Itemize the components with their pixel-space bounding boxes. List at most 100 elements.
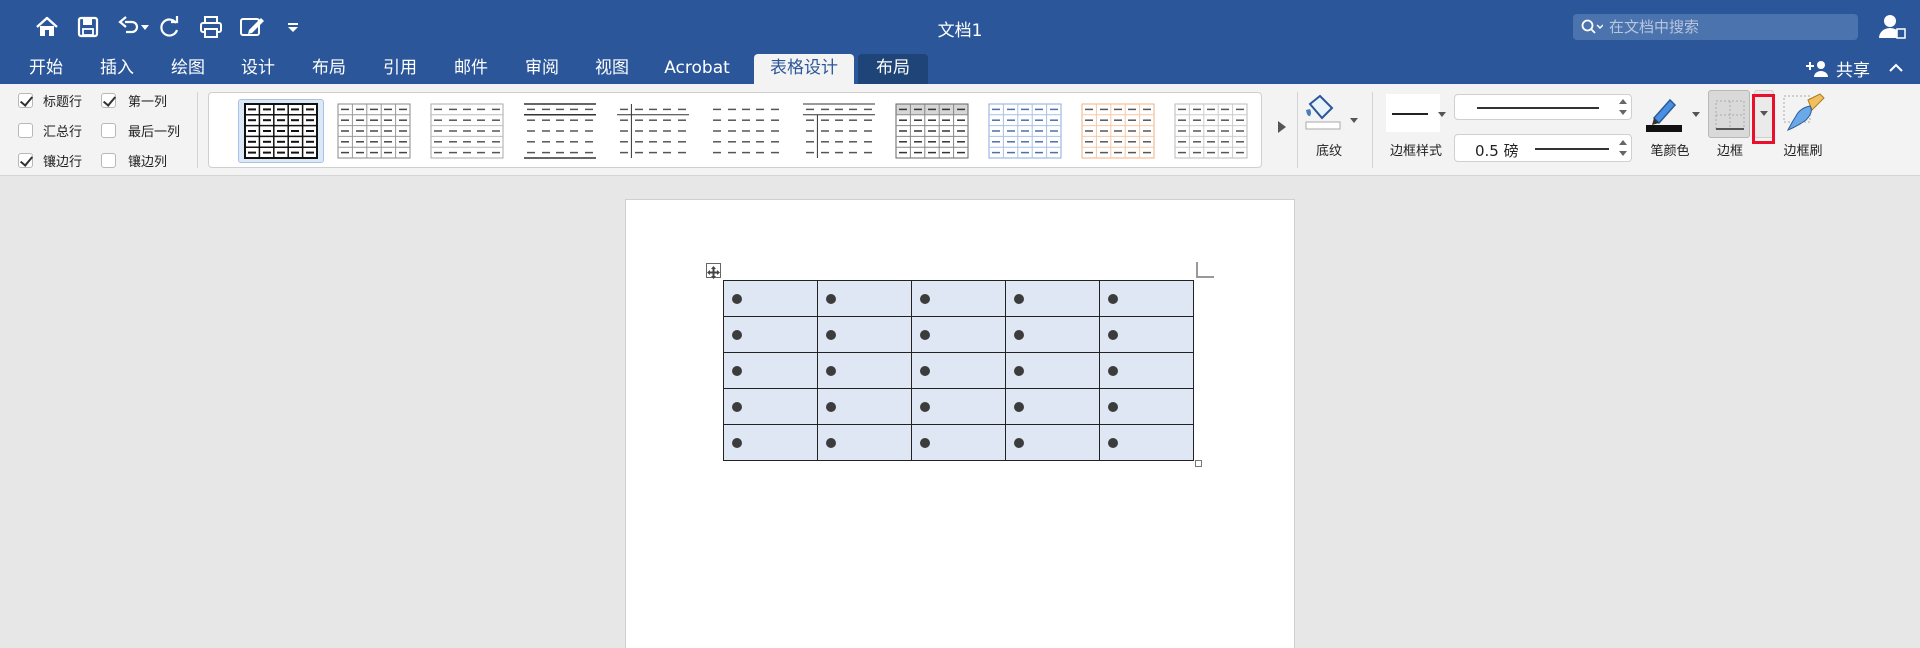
border-styles-caret-icon[interactable] [1438,112,1446,117]
share-button[interactable]: 共享 [1806,56,1870,81]
customize-qat-button[interactable] [276,12,310,42]
table-cell[interactable] [1099,424,1194,461]
search-box[interactable] [1573,14,1858,40]
option-total-row[interactable]: 汇总行 [18,121,82,140]
table-cell[interactable] [817,352,912,389]
table-cell[interactable] [911,424,1006,461]
move-arrows-icon [707,266,720,279]
print-button[interactable] [194,12,228,42]
line-style-select[interactable] [1454,94,1632,120]
table-cell[interactable] [817,280,912,317]
pen-color-caret-icon[interactable] [1692,112,1700,117]
document-table[interactable] [723,280,1194,461]
collapse-ribbon-button[interactable] [1888,60,1904,76]
end-of-cell-mark [1108,366,1118,376]
table-style-1[interactable] [331,99,417,163]
last-column-checkbox[interactable] [101,123,116,138]
table-cell[interactable] [1005,316,1100,353]
first-column-checkbox[interactable] [101,93,116,108]
home-icon [36,16,58,36]
total-row-checkbox[interactable] [18,123,33,138]
tab-layout[interactable]: 布局 [297,54,361,84]
end-of-cell-mark [826,294,836,304]
save-button[interactable] [71,12,105,42]
table-cell[interactable] [911,316,1006,353]
table-cell[interactable] [1099,316,1194,353]
tab-acrobat[interactable]: Acrobat [656,54,738,84]
tab-table-design[interactable]: 表格设计 [754,54,854,84]
table-style-9[interactable] [1075,99,1161,163]
account-button[interactable] [1878,12,1906,40]
table-cell[interactable] [723,388,818,425]
option-first-column[interactable]: 第一列 [101,91,167,110]
undo-button[interactable] [112,12,149,42]
undo-dropdown-caret-icon[interactable] [141,25,149,30]
table-cell[interactable] [1005,388,1100,425]
pen-color-button[interactable] [1644,94,1700,134]
tab-view[interactable]: 视图 [580,54,644,84]
option-banded-columns[interactable]: 镶边列 [101,151,167,170]
search-input[interactable] [1609,18,1849,36]
table-style-4[interactable] [610,99,696,163]
table-cell[interactable] [1099,352,1194,389]
tab-draw[interactable]: 绘图 [156,54,220,84]
table-style-6[interactable] [796,99,882,163]
search-icon [1581,19,1603,34]
table-style-7[interactable] [889,99,975,163]
table-style-3[interactable] [517,99,603,163]
line-weight-select[interactable]: 0.5 磅 [1454,134,1632,162]
tab-insert[interactable]: 插入 [85,54,149,84]
tab-review[interactable]: 审阅 [510,54,574,84]
grid-table-orange-preview [1081,103,1155,159]
table-cell[interactable] [911,352,1006,389]
option-header-row[interactable]: 标题行 [18,91,82,110]
banded-rows-checkbox[interactable] [18,153,33,168]
table-resize-handle[interactable] [1195,460,1202,467]
tab-references[interactable]: 引用 [368,54,432,84]
table-cell[interactable] [1005,424,1100,461]
table-cell[interactable] [911,388,1006,425]
line-weight-spinner-icon[interactable] [1619,139,1627,157]
table-cell[interactable] [817,424,912,461]
tab-mailings[interactable]: 邮件 [439,54,503,84]
table-cell[interactable] [1099,280,1194,317]
option-last-column[interactable]: 最后一列 [101,121,180,140]
print-icon [200,16,222,38]
border-painter-button[interactable] [1780,92,1828,136]
home-button[interactable] [30,12,64,42]
line-style-spinner-icon[interactable] [1619,98,1627,116]
table-move-handle[interactable] [706,263,721,279]
table-cell[interactable] [723,280,818,317]
table-style-8[interactable] [982,99,1068,163]
header-row-checkbox[interactable] [18,93,33,108]
grid-table-light-preview [337,103,411,159]
plain-table-preview [713,108,779,154]
edit-doc-button[interactable] [235,12,269,42]
table-cell[interactable] [1005,352,1100,389]
tab-design[interactable]: 设计 [226,54,290,84]
table-cell[interactable] [817,388,912,425]
table-cell[interactable] [723,424,818,461]
redo-button[interactable] [153,12,187,42]
option-banded-rows[interactable]: 镶边行 [18,151,82,170]
tab-table-layout[interactable]: 布局 [858,54,928,84]
tab-home[interactable]: 开始 [14,54,78,84]
gallery-more-arrow-icon[interactable] [1278,121,1286,133]
table-cell[interactable] [723,352,818,389]
table-style-2[interactable] [424,99,510,163]
banded-columns-checkbox[interactable] [101,153,116,168]
shading-dropdown-caret-icon[interactable] [1350,118,1358,123]
table-cell[interactable] [723,316,818,353]
table-style-5[interactable] [703,99,789,163]
table-style-10[interactable] [1168,99,1254,163]
table-style-0[interactable] [238,99,324,163]
table-cell[interactable] [1099,388,1194,425]
undo-icon [118,16,139,34]
border-styles-button[interactable] [1386,94,1446,132]
table-cell[interactable] [911,280,1006,317]
table-cell[interactable] [817,316,912,353]
borders-main-button[interactable] [1708,90,1750,138]
shading-button[interactable] [1302,92,1358,136]
table-cell[interactable] [1005,280,1100,317]
chevron-up-icon [1889,63,1903,72]
